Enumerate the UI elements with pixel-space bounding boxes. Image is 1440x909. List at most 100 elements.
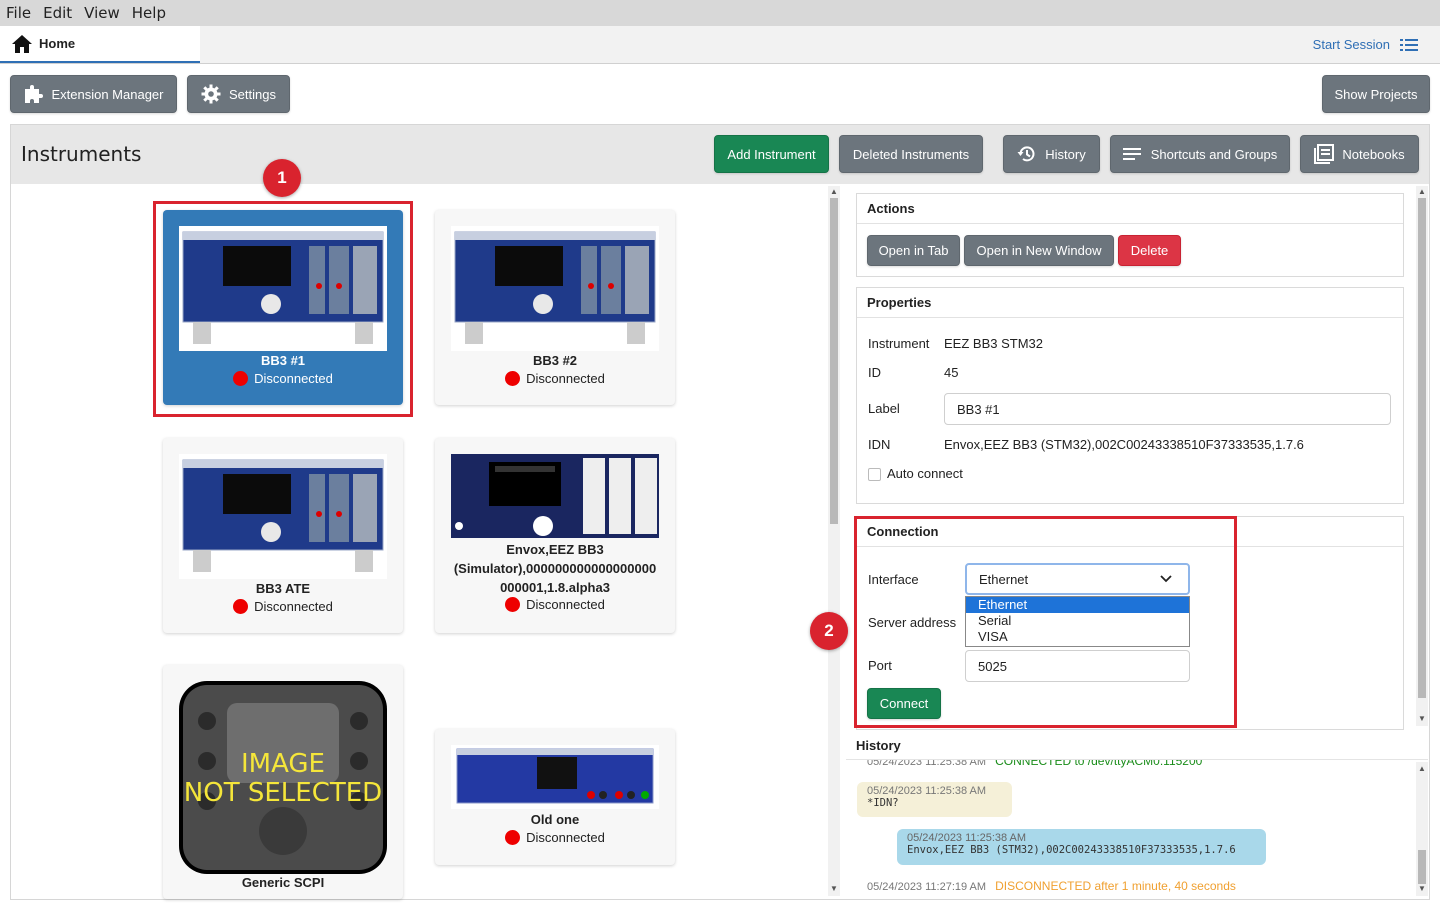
annotation-badge-2: 2 <box>810 612 848 650</box>
simulator-image <box>451 454 659 538</box>
status-text: Disconnected <box>526 830 605 845</box>
shortcuts-groups-button[interactable]: Shortcuts and Groups <box>1110 135 1290 173</box>
start-session-button[interactable]: Start Session <box>1313 26 1418 63</box>
status-text: Disconnected <box>526 597 605 612</box>
scroll-down-arrow-icon[interactable]: ▼ <box>1417 884 1427 894</box>
instrument-name: BB3 #2 <box>532 353 578 368</box>
scroll-up-arrow-icon[interactable]: ▲ <box>1417 764 1427 774</box>
history-time: 05/24/2023 11:25:38 AM <box>867 759 987 768</box>
instrument-name: Envox,EEZ BB3 (Simulator),00000000000000… <box>435 540 675 597</box>
start-session-label: Start Session <box>1312 37 1390 52</box>
properties-scrollbar-thumb[interactable] <box>1418 198 1426 698</box>
instrument-status: Disconnected <box>163 599 403 614</box>
instrument-name: Old one <box>530 812 580 827</box>
history-button[interactable]: History <box>1003 135 1100 173</box>
id-label: ID <box>868 365 881 380</box>
extension-manager-button[interactable]: Extension Manager <box>10 75 177 113</box>
history-text: *IDN? <box>867 797 899 809</box>
old-device-image <box>451 745 659 809</box>
history-entry: 05/24/2023 11:25:38 AM *IDN? <box>857 782 1012 817</box>
status-dot <box>233 599 249 614</box>
id-value: 45 <box>944 365 959 380</box>
label-input[interactable]: BB3 #1 <box>944 393 1391 425</box>
notebooks-button[interactable]: Notebooks <box>1300 135 1419 173</box>
instrument-label: Instrument <box>868 336 930 351</box>
menu-edit[interactable]: Edit <box>37 0 78 26</box>
settings-button[interactable]: Settings <box>187 75 290 113</box>
bb3-device-image <box>179 454 387 579</box>
scroll-down-arrow-icon[interactable]: ▼ <box>1417 714 1427 724</box>
history-title: History <box>856 738 901 753</box>
history-label: History <box>1045 146 1086 162</box>
tab-home-label: Home <box>39 36 76 51</box>
open-in-tab-label: Open in Tab <box>878 243 949 258</box>
image-placeholder-line: NOT SELECTED <box>184 778 382 808</box>
instrument-status: Disconnected <box>435 830 675 845</box>
annotation-box-1 <box>153 201 413 417</box>
instrument-card[interactable]: Old one Disconnected <box>435 729 675 865</box>
history-text: CONNECTED to /dev/ttyACM0:115200 <box>995 759 1203 768</box>
history-scrollbar-thumb[interactable] <box>1418 850 1426 884</box>
shortcuts-groups-label: Shortcuts and Groups <box>1150 146 1278 162</box>
annotation-badge-1: 1 <box>263 159 301 197</box>
scroll-down-arrow-icon[interactable]: ▼ <box>829 884 839 894</box>
instrument-card[interactable]: IMAGE NOT SELECTED Generic SCPI <box>163 665 403 899</box>
menu-help[interactable]: Help <box>126 0 172 26</box>
instrument-name: Generic SCPI <box>241 875 325 890</box>
instrument-status: Disconnected <box>435 371 675 386</box>
show-projects-label: Show Projects <box>1334 86 1418 102</box>
history-icon <box>1017 146 1035 162</box>
notebook-icon <box>1314 144 1335 164</box>
tab-bar: Home Start Session <box>0 26 1440 64</box>
add-instrument-label: Add Instrument <box>727 146 816 162</box>
menu-lines-icon <box>1122 148 1141 160</box>
delete-label: Delete <box>1130 243 1169 258</box>
properties-title: Properties <box>857 288 1403 318</box>
label-label: Label <box>868 401 900 416</box>
instruments-scrollbar-thumb[interactable] <box>830 198 838 524</box>
menu-file[interactable]: File <box>0 0 37 26</box>
actions-title: Actions <box>857 194 1403 224</box>
status-text: Disconnected <box>526 371 605 386</box>
status-dot <box>505 371 521 386</box>
idn-label: IDN <box>868 437 891 452</box>
history-panel: History 05/24/2023 11:25:38 AM CONNECTED… <box>846 735 1428 899</box>
scroll-up-arrow-icon[interactable]: ▲ <box>829 187 839 197</box>
bb3-device-image <box>451 226 659 351</box>
image-not-selected: IMAGE NOT SELECTED <box>179 681 387 874</box>
menu-bar: File Edit View Help <box>0 0 1440 26</box>
instrument-status: Disconnected <box>435 597 675 612</box>
history-entry: 05/24/2023 11:27:19 AM DISCONNECTED afte… <box>867 879 1236 893</box>
menu-view[interactable]: View <box>78 0 126 26</box>
instrument-name-line: Envox,EEZ BB3 <box>506 542 604 557</box>
tab-home[interactable]: Home <box>0 26 200 63</box>
notebooks-label: Notebooks <box>1342 146 1405 162</box>
scroll-up-arrow-icon[interactable]: ▲ <box>1417 187 1427 197</box>
show-projects-button[interactable]: Show Projects <box>1322 75 1430 113</box>
auto-connect-checkbox[interactable] <box>868 468 881 481</box>
history-time: 05/24/2023 11:27:19 AM <box>867 881 987 893</box>
extension-manager-label: Extension Manager <box>51 86 164 102</box>
status-dot <box>505 597 521 612</box>
instrument-card[interactable]: Envox,EEZ BB3 (Simulator),00000000000000… <box>435 438 675 633</box>
gear-icon <box>201 84 221 104</box>
deleted-instruments-button[interactable]: Deleted Instruments <box>839 135 983 173</box>
instrument-card[interactable]: BB3 #2 Disconnected <box>435 210 675 405</box>
history-entry: 05/24/2023 11:25:38 AM Envox,EEZ BB3 (ST… <box>897 829 1266 865</box>
open-in-new-window-button[interactable]: Open in New Window <box>964 235 1114 266</box>
history-text: DISCONNECTED after 1 minute, 40 seconds <box>995 879 1236 893</box>
instrument-name-line: 000001,1.8.alpha3 <box>500 580 610 595</box>
instrument-name-line: (Simulator),000000000000000000 <box>453 561 657 576</box>
image-placeholder-line: IMAGE <box>241 749 325 779</box>
open-in-tab-button[interactable]: Open in Tab <box>867 235 960 266</box>
instrument-name: BB3 ATE <box>255 581 311 596</box>
add-instrument-button[interactable]: Add Instrument <box>714 135 829 173</box>
status-text: Disconnected <box>254 599 333 614</box>
instruments-title: Instruments <box>21 142 142 166</box>
delete-button[interactable]: Delete <box>1118 235 1181 266</box>
open-in-new-window-label: Open in New Window <box>976 243 1102 258</box>
instrument-card[interactable]: BB3 ATE Disconnected <box>163 438 403 633</box>
history-time: 05/24/2023 11:25:38 AM <box>907 832 1027 844</box>
history-log: 05/24/2023 11:25:38 AM CONNECTED to /dev… <box>846 759 1428 899</box>
annotation-box-2 <box>854 516 1237 728</box>
